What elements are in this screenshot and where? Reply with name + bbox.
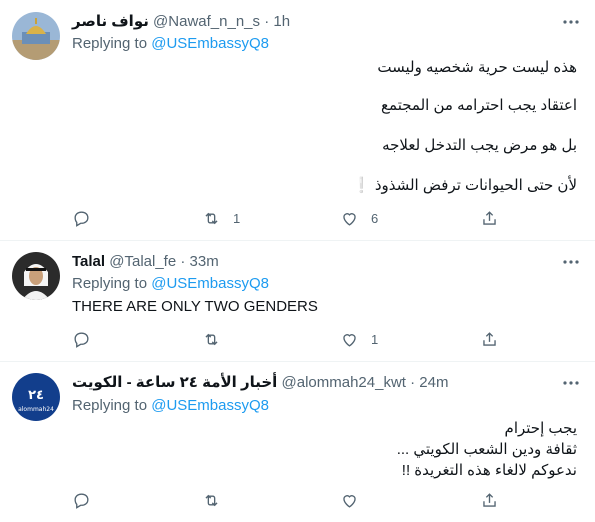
retweet-icon [205,212,218,224]
share-icon [483,331,496,346]
separator-dot: · [410,374,416,391]
replying-to: Replying to @USEmbassyQ8 [72,274,269,294]
avatar[interactable] [12,252,60,300]
like-count: 6 [371,210,379,226]
share-icon [483,492,496,507]
replying-to: Replying to @USEmbassyQ8 [72,396,269,416]
timestamp[interactable]: 24m [419,374,448,391]
avatar-image-icon [12,12,60,60]
share-button[interactable] [480,329,499,349]
retweet-button[interactable] [202,329,233,349]
reply-button[interactable] [72,329,91,349]
share-button[interactable] [480,490,499,510]
divider [0,361,595,362]
more-button[interactable] [561,373,581,393]
user-handle[interactable]: @Talal_fe [109,253,176,270]
like-button[interactable]: 6 [340,208,378,228]
replying-to: Replying to @USEmbassyQ8 [72,34,269,54]
mention-link[interactable]: @USEmbassyQ8 [151,35,269,52]
replying-to-label: Replying to [72,275,152,292]
svg-text:٢٤: ٢٤ [28,388,44,403]
avatar-image-icon [12,252,60,300]
display-name[interactable]: Talal [72,253,105,270]
like-icon [343,212,356,226]
tweet-actions: 1 [72,329,582,349]
tweet-line: بل هو مرض يجب التدخل لعلاجه [382,137,577,154]
display-name[interactable]: نواف ناصر [72,13,149,30]
more-icon [563,381,579,385]
tweet-actions: 1 6 [72,208,582,228]
replying-to-label: Replying to [72,397,152,414]
timestamp[interactable]: 33m [190,253,219,270]
tweet-line: اعتقاد يجب احترامه من المجتمع [381,97,577,114]
like-icon [343,494,356,508]
tweet-header: Talal @Talal_fe · 33m [72,252,219,272]
share-button[interactable] [480,208,499,228]
tweet-line: لأن حتى الحيوانات ترفض الشذوذ ❕ [351,177,577,194]
mention-link[interactable]: @USEmbassyQ8 [151,397,269,414]
like-icon [343,333,356,347]
tweet-line: يجب إحترام [504,420,577,437]
retweet-icon [205,333,218,345]
retweet-icon [205,494,218,506]
tweet-line: هذه ليست حرية شخصيه وليست [377,59,577,76]
avatar-text: alommah24 [18,406,54,413]
user-handle[interactable]: @alommah24_kwt [282,374,406,391]
retweet-button[interactable] [202,490,233,510]
separator-dot: · [180,253,186,270]
more-button[interactable] [561,12,581,32]
tweet-header: نواف ناصر @Nawaf_n_n_s · 1h [72,12,290,32]
retweet-button[interactable]: 1 [202,208,240,228]
avatar-image-icon: ٢٤ alommah24 [12,373,60,421]
retweet-count: 1 [233,210,241,226]
replying-to-label: Replying to [72,35,152,52]
avatar[interactable] [12,12,60,60]
tweet-line: ثقافة ودين الشعب الكويتي ... [396,441,577,458]
avatar[interactable]: ٢٤ alommah24 [12,373,60,421]
mention-link[interactable]: @USEmbassyQ8 [151,275,269,292]
separator-dot: · [264,13,270,30]
timestamp[interactable]: 1h [273,13,290,30]
like-button[interactable]: 1 [340,329,378,349]
reply-icon [74,210,89,227]
more-icon [563,20,579,24]
more-button[interactable] [561,252,581,272]
user-handle[interactable]: @Nawaf_n_n_s [153,13,260,30]
divider [0,240,595,241]
tweet-header: أخبار الأمة ٢٤ ساعة - الكويت @alommah24_… [72,373,448,393]
tweet-actions [72,490,582,510]
reply-icon [74,331,89,348]
like-count: 1 [371,331,379,347]
reply-icon [74,492,89,509]
reply-button[interactable] [72,490,91,510]
more-icon [563,260,579,264]
display-name[interactable]: أخبار الأمة ٢٤ ساعة - الكويت [72,374,277,391]
tweet-line: THERE ARE ONLY TWO GENDERS [72,298,318,315]
like-button[interactable] [340,490,371,510]
tweet-line: ندعوكم لالغاء هذه التغريدة !! [401,462,577,479]
reply-button[interactable] [72,208,91,228]
share-icon [483,210,496,225]
